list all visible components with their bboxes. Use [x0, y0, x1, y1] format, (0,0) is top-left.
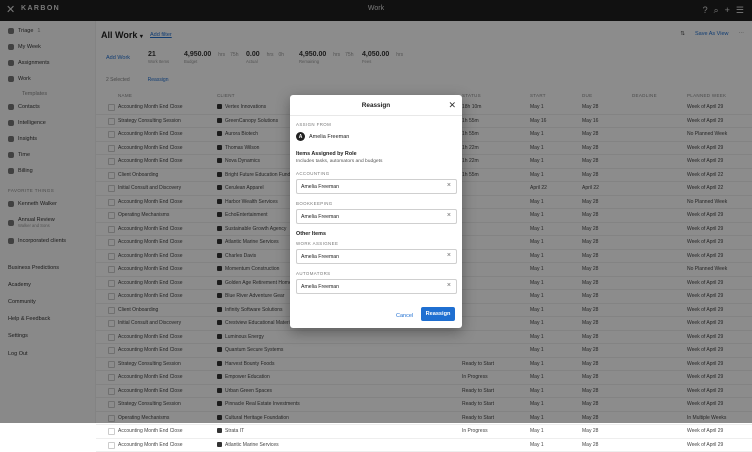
other-items-heading: Other Items	[296, 231, 326, 237]
reassign-button[interactable]: Reassign	[421, 307, 455, 321]
work-assignee-field[interactable]: Amelia Freeman ×	[296, 249, 457, 264]
row-planned-week: Week of April 29	[687, 442, 723, 448]
row-checkbox[interactable]	[108, 442, 115, 449]
assign-from-name: Amelia Freeman	[309, 134, 349, 140]
row-status: In Progress	[462, 428, 488, 434]
avatar: A	[296, 132, 305, 141]
clear-icon[interactable]: ×	[447, 212, 451, 220]
divider	[290, 115, 462, 116]
items-role-heading: Items Assigned by Role	[296, 151, 357, 157]
client-icon	[217, 442, 222, 447]
reassign-dialog: Reassign ✕ ASSIGN FROM A Amelia Freeman …	[290, 95, 462, 328]
bookkeeping-label: BOOKKEEPING	[296, 201, 333, 206]
row-planned-week: Week of April 29	[687, 428, 723, 434]
bookkeeping-field[interactable]: Amelia Freeman ×	[296, 209, 457, 224]
clear-icon[interactable]: ×	[447, 282, 451, 290]
clear-icon[interactable]: ×	[447, 182, 451, 190]
row-client[interactable]: Atlantic Marine Services	[225, 442, 279, 448]
cancel-button[interactable]: Cancel	[396, 313, 413, 319]
row-name[interactable]: Accounting Month End Close	[118, 428, 182, 434]
row-due: May 28	[582, 442, 598, 448]
row-name[interactable]: Accounting Month End Close	[118, 442, 182, 448]
row-start: May 1	[530, 428, 544, 434]
table-row[interactable]: Accounting Month End Close Atlantic Marin…	[96, 439, 752, 452]
row-start: May 1	[530, 442, 544, 448]
automators-label: AUTOMATORS	[296, 271, 331, 276]
clear-icon[interactable]: ×	[447, 252, 451, 260]
automators-field[interactable]: Amelia Freeman ×	[296, 279, 457, 294]
row-checkbox[interactable]	[108, 428, 115, 435]
row-client[interactable]: Strata IT	[225, 428, 244, 434]
table-row[interactable]: Accounting Month End Close Strata IT In Pr…	[96, 425, 752, 439]
accounting-field[interactable]: Amelia Freeman ×	[296, 179, 457, 194]
work-assignee-label: WORK ASSIGNEE	[296, 241, 338, 246]
dialog-title: Reassign	[290, 102, 462, 109]
close-icon[interactable]: ✕	[448, 100, 456, 110]
client-icon	[217, 428, 222, 433]
accounting-label: ACCOUNTING	[296, 171, 330, 176]
items-role-description: Includes tasks, automators and budgets	[296, 159, 382, 164]
assign-from-label: ASSIGN FROM	[296, 122, 331, 127]
row-due: May 28	[582, 428, 598, 434]
assign-from-user: A Amelia Freeman	[296, 132, 349, 141]
